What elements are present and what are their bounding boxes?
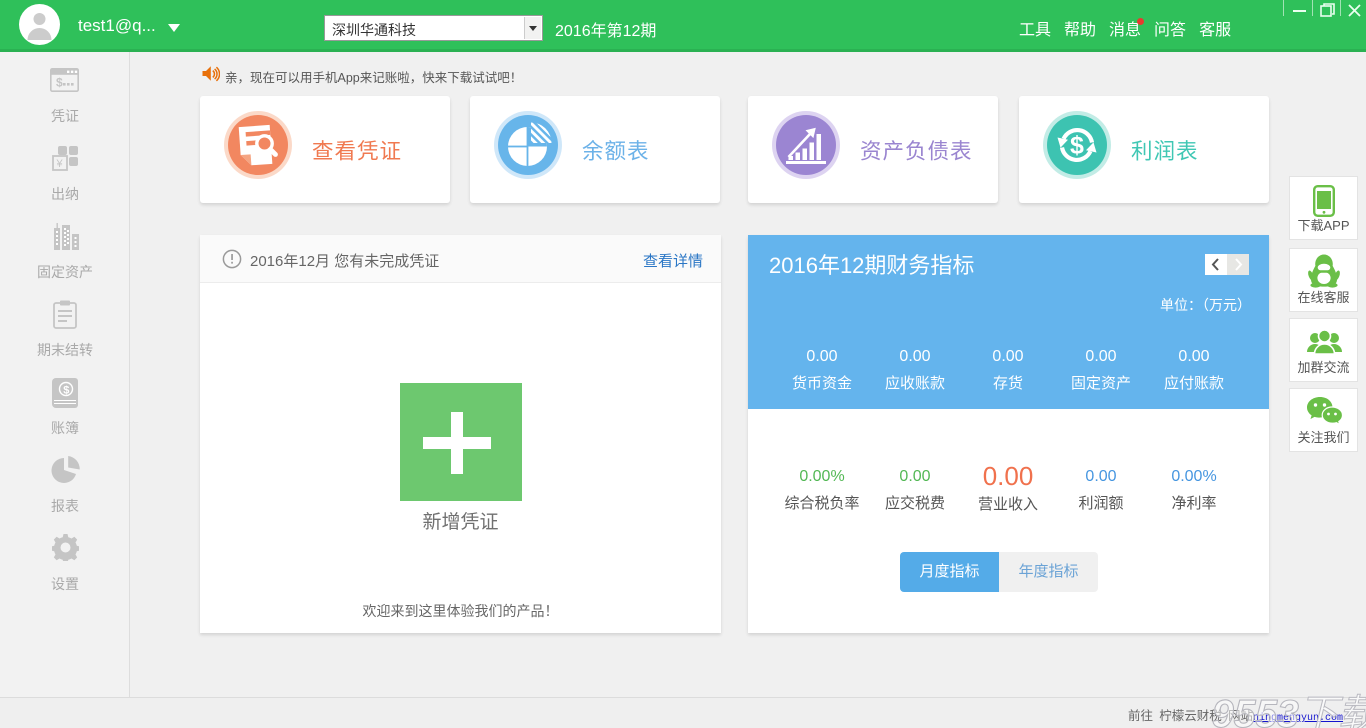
svg-text:$: $ bbox=[63, 385, 69, 397]
svg-text:$: $ bbox=[1070, 132, 1084, 160]
svg-text:¥: ¥ bbox=[56, 158, 64, 170]
svg-text:$: $ bbox=[56, 76, 63, 90]
